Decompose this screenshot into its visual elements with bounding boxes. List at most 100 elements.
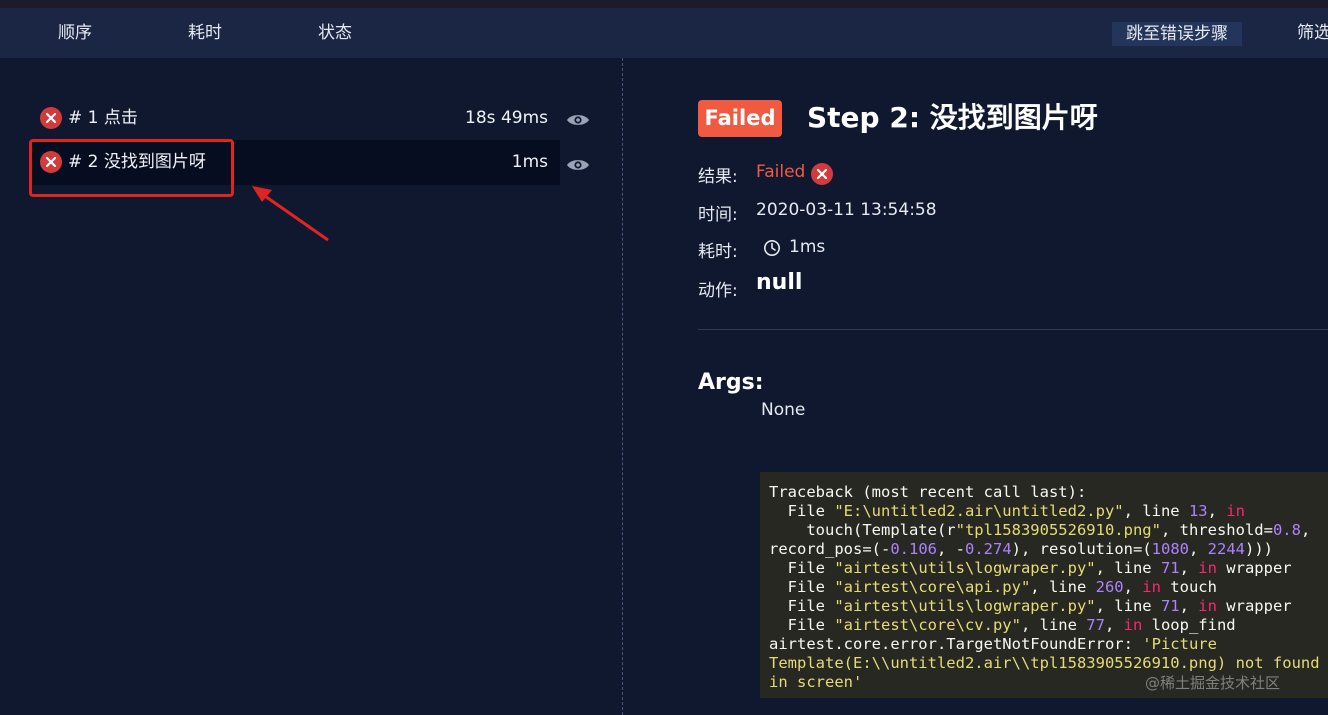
traceback-token: in (1226, 502, 1245, 520)
filter-button[interactable]: 筛选 (1297, 8, 1328, 58)
eye-icon[interactable] (566, 112, 590, 128)
traceback-token: , line (1020, 616, 1087, 634)
traceback-token: 260 (1095, 578, 1124, 596)
traceback-token: in (1123, 616, 1143, 634)
traceback-token: wrapper (1216, 597, 1292, 615)
traceback-line: File "E:\untitled2.air\untitled2.py", li… (769, 502, 1328, 521)
traceback-token: File (769, 597, 835, 615)
action-value: null (756, 270, 803, 295)
traceback-token: 13 (1188, 502, 1208, 520)
traceback-token: airtest.core.error.TargetNotFoundError: (769, 635, 1143, 653)
traceback-line: airtest.core.error.TargetNotFoundError: … (769, 635, 1328, 654)
step-duration: 18s 49ms (465, 108, 548, 128)
traceback-token: , threshold= (1160, 521, 1273, 539)
step-title: # 2 没找到图片呀 (68, 152, 206, 172)
result-status-text: Failed (756, 162, 806, 182)
duration-label: 耗时: (698, 242, 738, 262)
error-icon (40, 107, 62, 129)
traceback-token: in (1142, 578, 1161, 596)
traceback-token: 0.274 (965, 540, 1012, 558)
annotation-arrow-icon (252, 186, 329, 242)
time-value: 2020-03-11 13:54:58 (756, 200, 937, 220)
traceback-token: ))) (1244, 540, 1273, 558)
traceback-line: record_pos=(-0.106, -0.274), resolution=… (769, 540, 1328, 559)
top-strip (0, 0, 1328, 8)
traceback-token: "E:\untitled2.air\untitled2.py" (834, 502, 1124, 520)
args-value: None (761, 400, 806, 420)
action-label: 动作: (698, 281, 738, 301)
sort-by-duration[interactable]: 耗时 (188, 8, 222, 58)
traceback-token: loop_find (1142, 616, 1236, 634)
traceback-token: "tpl1583905526910.png" (955, 521, 1161, 539)
traceback-token: , line (1123, 502, 1189, 520)
traceback-token: ), resolution=( (1011, 540, 1152, 558)
error-icon (811, 163, 833, 185)
traceback-token: wrapper (1216, 559, 1292, 577)
status-badge: Failed (698, 100, 782, 137)
traceback-token: Traceback (most recent call last): (769, 483, 1087, 501)
step-duration: 1ms (511, 152, 548, 172)
sort-by-status[interactable]: 状态 (318, 8, 352, 58)
traceback-token: File (769, 616, 835, 634)
traceback-line: File "airtest\core\cv.py", line 77, in l… (769, 616, 1328, 635)
traceback-token: , (1207, 502, 1227, 520)
traceback-token: 0.8 (1272, 521, 1301, 539)
traceback-token: , (1179, 597, 1199, 615)
traceback-token: in (1198, 559, 1217, 577)
traceback-token: File (769, 578, 835, 596)
traceback-token: touch(Template(r (769, 521, 956, 539)
traceback-token: touch (1160, 578, 1217, 596)
traceback-token: , - (937, 540, 965, 558)
traceback-token: 'Picture (1142, 635, 1217, 653)
step-item[interactable]: # 1 点击 18s 49ms (30, 96, 560, 141)
traceback-line: Traceback (most recent call last): (769, 483, 1328, 502)
traceback-token: File (769, 559, 835, 577)
step-title: # 1 点击 (68, 108, 138, 128)
clock-icon (764, 240, 780, 256)
step-item-selected[interactable]: # 2 没找到图片呀 1ms (30, 140, 560, 185)
traceback-token: Template(E:\\untitled2.air\\tpl158390552… (769, 654, 1320, 672)
section-divider (698, 329, 1328, 330)
traceback-token: , (1123, 578, 1143, 596)
step-detail-title: Step 2: 没找到图片呀 (807, 101, 1098, 134)
panel-divider (622, 58, 623, 715)
traceback-token: 0.106 (890, 540, 937, 558)
traceback-line: File "airtest\utils\logwraper.py", line … (769, 559, 1328, 578)
result-value: Failed (756, 162, 805, 182)
traceback-line: touch(Template(r"tpl1583905526910.png", … (769, 521, 1328, 540)
traceback-token: record_pos=(- (769, 540, 891, 558)
traceback-token: "airtest\utils\logwraper.py" (834, 559, 1096, 577)
traceback-token: , (1300, 521, 1311, 539)
traceback-token: 77 (1086, 616, 1105, 634)
traceback-token: "airtest\core\api.py" (834, 578, 1031, 596)
traceback-token: in (1198, 597, 1217, 615)
traceback-token: "airtest\core\cv.py" (834, 616, 1021, 634)
sort-by-order[interactable]: 顺序 (58, 8, 92, 58)
error-icon (40, 151, 62, 173)
result-label: 结果: (698, 167, 738, 187)
traceback-token: , line (1030, 578, 1096, 596)
watermark: @稀土掘金技术社区 (1145, 674, 1281, 692)
traceback-token: 2244 (1207, 540, 1245, 558)
traceback-line: File "airtest\core\api.py", line 260, in… (769, 578, 1328, 597)
traceback-token: File (769, 502, 835, 520)
traceback-line: File "airtest\utils\logwraper.py", line … (769, 597, 1328, 616)
traceback-token: "airtest\utils\logwraper.py" (834, 597, 1096, 615)
header-bar: 顺序 耗时 状态 跳至错误步骤 筛选 (0, 8, 1328, 58)
traceback-token: 1080 (1151, 540, 1189, 558)
traceback-token: , line (1095, 559, 1161, 577)
traceback-token: 71 (1160, 597, 1180, 615)
traceback-code-block: Traceback (most recent call last): File … (760, 472, 1328, 698)
traceback-token: , (1179, 559, 1199, 577)
args-heading: Args: (698, 370, 764, 395)
jump-to-error-button[interactable]: 跳至错误步骤 (1112, 22, 1242, 46)
traceback-token: , (1104, 616, 1124, 634)
traceback-token: , line (1095, 597, 1161, 615)
traceback-line: Template(E:\\untitled2.air\\tpl158390552… (769, 654, 1328, 673)
time-label: 时间: (698, 205, 738, 225)
duration-value: 1ms (789, 237, 826, 257)
eye-icon[interactable] (566, 157, 590, 173)
traceback-token: in screen' (769, 673, 863, 691)
traceback-token: 71 (1160, 559, 1180, 577)
traceback-token: , (1188, 540, 1208, 558)
